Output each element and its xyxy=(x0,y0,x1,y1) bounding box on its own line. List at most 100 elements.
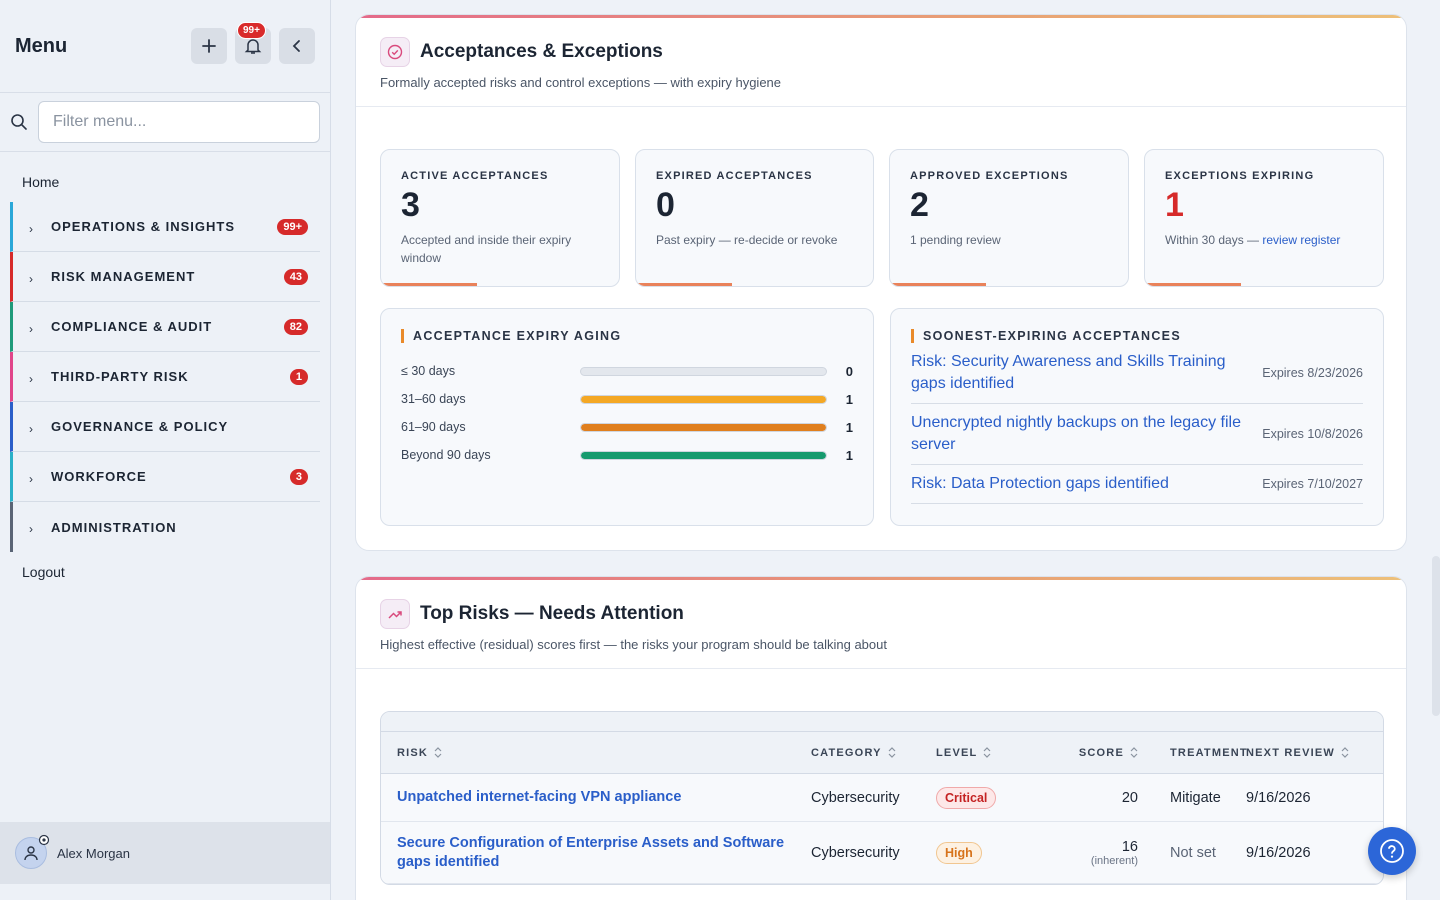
sidebar-item-count: 1 xyxy=(289,368,308,385)
aging-label: 61–90 days xyxy=(401,420,466,434)
risk-link[interactable]: Unpatched internet-facing VPN appliance xyxy=(397,789,681,805)
acceptance-link[interactable]: Risk: Security Awareness and Skills Trai… xyxy=(911,351,1251,395)
sidebar-item-count: 43 xyxy=(283,268,308,285)
aging-label: 31–60 days xyxy=(401,392,466,406)
kpi-accent-bar xyxy=(1145,283,1241,286)
category-cell: Cybersecurity xyxy=(811,844,900,861)
column-header-score[interactable]: SCORE xyxy=(1046,747,1138,759)
aging-bar-track xyxy=(579,366,828,376)
aging-value: 1 xyxy=(845,391,854,407)
risk-link[interactable]: Secure Configuration of Enterprise Asset… xyxy=(397,834,787,872)
nav-logout[interactable]: Logout xyxy=(0,552,330,592)
collapse-sidebar-button[interactable] xyxy=(279,28,315,64)
kpi-approved-exceptions: APPROVED EXCEPTIONS 2 1 pending review xyxy=(889,149,1129,287)
kpi-label: EXPIRED ACCEPTANCES xyxy=(656,170,813,182)
sidebar-item-count: 82 xyxy=(283,318,308,335)
sidebar-item-count: 99+ xyxy=(277,218,308,235)
column-header-label: RISK xyxy=(397,746,429,759)
treatment-cell: Mitigate xyxy=(1170,789,1221,806)
expiry-date: Expires 8/23/2026 xyxy=(1262,366,1363,380)
column-header-category[interactable]: CATEGORY xyxy=(811,747,936,759)
top-risks-card: Top Risks — Needs Attention Highest effe… xyxy=(355,576,1407,900)
scrollbar-thumb[interactable] xyxy=(1432,556,1440,716)
notifications-badge: 99+ xyxy=(237,22,266,39)
sidebar-item-operations-insights[interactable]: › OPERATIONS & INSIGHTS 99+ xyxy=(10,202,320,252)
sidebar-item-label: WORKFORCE xyxy=(51,469,147,484)
acceptance-link[interactable]: Risk: Data Protection gaps identified xyxy=(911,473,1251,495)
kpi-value: 3 xyxy=(401,186,420,224)
kpi-desc: Past expiry — re-decide or revoke xyxy=(656,233,838,247)
next-review-cell: 9/16/2026 xyxy=(1246,844,1311,861)
acceptance-link[interactable]: Unencrypted nightly backups on the legac… xyxy=(911,412,1251,456)
aging-bar-track xyxy=(579,394,828,404)
gear-icon xyxy=(38,834,50,846)
next-review-cell: 9/16/2026 xyxy=(1246,789,1311,806)
level-badge: High xyxy=(936,841,982,864)
plus-icon xyxy=(202,39,216,53)
review-register-link[interactable]: review register xyxy=(1262,233,1340,247)
sidebar-item-risk-management[interactable]: › RISK MANAGEMENT 43 xyxy=(10,252,320,302)
bell-icon xyxy=(244,39,262,54)
kpi-label: APPROVED EXCEPTIONS xyxy=(910,170,1069,182)
nav-home[interactable]: Home xyxy=(0,162,330,202)
aging-row: 61–90 days 1 xyxy=(401,413,853,441)
aging-label: Beyond 90 days xyxy=(401,448,491,462)
chevron-right-icon: › xyxy=(29,471,33,486)
sidebar-item-count: 3 xyxy=(289,468,308,485)
aging-value: 1 xyxy=(845,447,854,463)
column-header-treatment: TREATMENT xyxy=(1138,747,1247,759)
soonest-expiring-panel: SOONEST-EXPIRING ACCEPTANCES Risk: Secur… xyxy=(890,308,1384,526)
chevron-right-icon: › xyxy=(29,271,33,286)
expiry-date: Expires 7/10/2027 xyxy=(1262,477,1363,491)
table-header: RISK CATEGORY LEVEL SCORE TREATMENT NEXT… xyxy=(381,732,1383,774)
kpi-row: ACTIVE ACCEPTANCES 3 Accepted and inside… xyxy=(380,149,1384,287)
user-icon xyxy=(24,846,38,861)
card-title: Top Risks — Needs Attention xyxy=(420,603,684,624)
column-header-level[interactable]: LEVEL xyxy=(936,747,1046,759)
panel-title: SOONEST-EXPIRING ACCEPTANCES xyxy=(911,329,1363,343)
aging-row: Beyond 90 days 1 xyxy=(401,441,853,469)
kpi-desc: Accepted and inside their expiry window xyxy=(401,233,572,265)
score-value: 16 xyxy=(1121,838,1138,855)
card-header: Top Risks — Needs Attention Highest effe… xyxy=(356,577,1406,669)
acceptances-card: Acceptances & Exceptions Formally accept… xyxy=(355,14,1407,551)
sidebar-item-workforce[interactable]: › WORKFORCE 3 xyxy=(10,452,320,502)
help-button[interactable] xyxy=(1368,827,1416,875)
expiry-aging-panel: ACCEPTANCE EXPIRY AGING ≤ 30 days 0 31–60 … xyxy=(380,308,874,526)
sidebar-item-governance-policy[interactable]: › GOVERNANCE & POLICY xyxy=(10,402,320,452)
search-icon xyxy=(11,114,27,130)
sidebar-item-third-party-risk[interactable]: › THIRD-PARTY RISK 1 xyxy=(10,352,320,402)
table-row[interactable]: Unpatched internet-facing VPN appliance … xyxy=(381,774,1383,822)
column-header-label: CATEGORY xyxy=(811,746,882,759)
user-name: Alex Morgan xyxy=(57,845,130,861)
treatment-cell: Not set xyxy=(1170,844,1216,861)
column-header-next-review[interactable]: NEXT REVIEW xyxy=(1246,747,1376,759)
sidebar-item-compliance-audit[interactable]: › COMPLIANCE & AUDIT 82 xyxy=(10,302,320,352)
kpi-expired-acceptances: EXPIRED ACCEPTANCES 0 Past expiry — re-d… xyxy=(635,149,874,287)
aging-row: 31–60 days 1 xyxy=(401,385,853,413)
help-icon xyxy=(1380,839,1404,863)
aging-value: 1 xyxy=(845,419,854,435)
aging-label: ≤ 30 days xyxy=(401,364,456,378)
sidebar-item-administration[interactable]: › ADMINISTRATION xyxy=(10,502,320,552)
table-top-strip xyxy=(381,712,1383,732)
sidebar-item-label: ADMINISTRATION xyxy=(51,519,177,535)
sidebar-header: Menu 99+ xyxy=(0,0,330,93)
sidebar-item-label: COMPLIANCE & AUDIT xyxy=(51,319,213,334)
aging-rows: ≤ 30 days 0 31–60 days 1 61–90 days 1 Beyond 9… xyxy=(401,357,853,469)
sort-icon xyxy=(888,747,896,758)
sort-icon xyxy=(434,747,442,758)
filter-menu-input[interactable] xyxy=(38,101,320,143)
add-button[interactable] xyxy=(191,28,227,64)
kpi-label: ACTIVE ACCEPTANCES xyxy=(401,170,549,182)
notifications-button[interactable]: 99+ xyxy=(235,22,271,64)
card-title: Acceptances & Exceptions xyxy=(420,41,663,62)
kpi-accent-bar xyxy=(636,283,732,286)
column-header-risk[interactable]: RISK xyxy=(381,747,811,759)
card-subtitle: Formally accepted risks and control exce… xyxy=(380,75,782,90)
score-note: (inherent) xyxy=(1090,854,1138,867)
table-row[interactable]: Secure Configuration of Enterprise Asset… xyxy=(381,822,1383,884)
soonest-row: Risk: Data Protection gaps identified Ex… xyxy=(911,465,1363,504)
user-profile[interactable]: Alex Morgan xyxy=(0,822,330,884)
column-header-label: NEXT REVIEW xyxy=(1246,746,1335,759)
